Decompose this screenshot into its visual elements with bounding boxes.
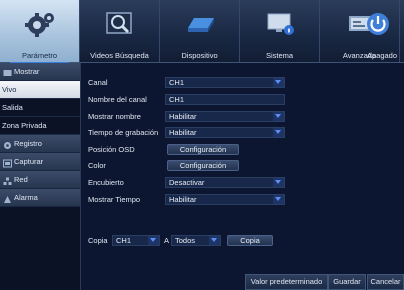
posicion-osd-label: Posición OSD: [88, 145, 135, 154]
monitor-info-icon: [267, 13, 294, 35]
gear-icon: [3, 139, 12, 149]
nombre-canal-label: Nombre del canal: [88, 95, 147, 104]
mostrar-nombre-value: Habilitar: [169, 112, 197, 121]
encubierto-select[interactable]: Desactivar: [165, 177, 285, 188]
chevron-down-icon: [273, 178, 284, 187]
chevron-down-icon: [148, 236, 159, 245]
chevron-down-icon: [273, 195, 284, 204]
sidebar-item-alarma[interactable]: Alarma: [0, 189, 80, 207]
tab-apagado[interactable]: Apagado: [340, 0, 404, 62]
copia-to-label: A: [164, 236, 170, 245]
tiempo-grabacion-label: Tiempo de grabación: [88, 128, 159, 137]
sidebar-item-capturar[interactable]: Capturar: [0, 153, 80, 171]
tab-parametro[interactable]: Parámetro: [0, 0, 80, 64]
sidebar-item-vivo[interactable]: Vivo: [0, 81, 80, 99]
mostrar-tiempo-select[interactable]: Habilitar: [165, 194, 285, 205]
nombre-canal-input[interactable]: CH1: [165, 94, 285, 105]
copia-label: Copia: [88, 236, 108, 245]
sidebar-item-registro-label: Registro: [14, 139, 42, 148]
tab-dispositivo[interactable]: Dispositivo: [160, 0, 240, 62]
tab-apagado-label: Apagado: [366, 51, 398, 60]
chevron-down-icon: [209, 236, 220, 245]
chevron-down-icon: [273, 78, 284, 87]
sidebar-item-red[interactable]: Red: [0, 171, 80, 189]
tiempo-grabacion-select[interactable]: Habilitar: [165, 127, 285, 138]
power-icon: [367, 13, 390, 35]
dvr-settings-window: Parámetro Videos Búsqueda Dispositivo Si…: [0, 0, 404, 290]
tab-dispositivo-label: Dispositivo: [181, 51, 218, 60]
copia-from-value: CH1: [116, 236, 132, 245]
posicion-osd-config-button[interactable]: Configuración: [167, 144, 239, 155]
copia-button[interactable]: Copia: [227, 235, 273, 246]
camera-icon: [3, 157, 12, 168]
mostrar-nombre-select[interactable]: Habilitar: [165, 111, 285, 122]
sidebar-item-red-label: Red: [14, 175, 28, 184]
network-icon: [3, 175, 12, 185]
tiempo-grabacion-value: Habilitar: [169, 128, 197, 137]
sidebar-item-mostrar-label: Mostrar: [14, 67, 40, 76]
chevron-down-icon: [273, 128, 284, 137]
settings-panel: Canal CH1 Nombre del canal CH1 Mostrar n…: [81, 63, 404, 290]
sidebar: Mostrar Vivo Salida Zona Privada Registr…: [0, 63, 81, 290]
sidebar-item-alarma-label: Alarma: [14, 193, 38, 202]
canal-label: Canal: [88, 78, 108, 87]
encubierto-value: Desactivar: [169, 178, 205, 187]
save-button[interactable]: Guardar: [328, 274, 366, 290]
sidebar-item-zona-privada[interactable]: Zona Privada: [0, 117, 80, 135]
copia-to-select[interactable]: Todos: [171, 235, 221, 246]
tab-sistema[interactable]: Sistema: [240, 0, 320, 62]
copia-from-select[interactable]: CH1: [112, 235, 160, 246]
sidebar-item-zona-privada-label: Zona Privada: [2, 121, 47, 130]
sidebar-item-vivo-label: Vivo: [2, 85, 17, 94]
display-icon: [3, 67, 12, 76]
magnifier-video-icon: [105, 12, 132, 34]
tab-parametro-label: Parámetro: [21, 51, 57, 60]
tab-videos-busqueda[interactable]: Videos Búsqueda: [80, 0, 160, 62]
cancel-button[interactable]: Cancelar: [367, 274, 404, 290]
sidebar-item-salida-label: Salida: [2, 103, 23, 112]
mostrar-tiempo-value: Habilitar: [169, 195, 197, 204]
alarm-icon: [3, 193, 12, 203]
mostrar-tiempo-label: Mostrar Tiempo: [88, 195, 141, 204]
nombre-canal-value: CH1: [169, 95, 185, 104]
canal-select[interactable]: CH1: [165, 77, 285, 88]
tab-videos-busqueda-label: Videos Búsqueda: [90, 51, 149, 60]
mostrar-nombre-label: Mostrar nombre: [88, 112, 141, 121]
sidebar-item-salida[interactable]: Salida: [0, 99, 80, 117]
gears-icon: [24, 13, 54, 37]
sidebar-item-registro[interactable]: Registro: [0, 135, 80, 153]
copia-to-value: Todos: [175, 236, 196, 245]
sidebar-item-mostrar[interactable]: Mostrar: [0, 63, 80, 81]
default-values-button[interactable]: Valor predeterminado: [245, 274, 328, 290]
chevron-down-icon: [273, 112, 284, 121]
color-config-button[interactable]: Configuración: [167, 160, 239, 171]
color-label: Color: [88, 161, 106, 170]
top-navigation: Parámetro Videos Búsqueda Dispositivo Si…: [0, 0, 404, 64]
hard-drive-icon: [187, 18, 214, 32]
encubierto-label: Encubierto: [88, 178, 124, 187]
canal-select-value: CH1: [169, 78, 185, 87]
tab-sistema-label: Sistema: [265, 51, 294, 60]
sidebar-item-capturar-label: Capturar: [14, 157, 44, 166]
